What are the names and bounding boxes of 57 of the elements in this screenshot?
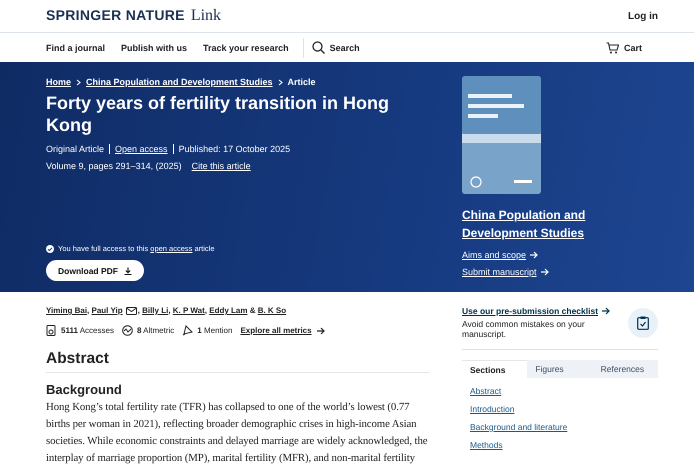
abstract-text: Hong Kong’s total fertility rate (TFR) has collapsed to one of the world’s lowest (0.77 births per woman in 2021), reflecting broader demographic crises in high-income Asian societies. While economic constraints and delayed marriage are widely acknowledged, the interplay of marriage proportion (MP), marital fertility (MFR), and non-marital fertility bbox=[46, 400, 428, 466]
section-tab[interactable]: References bbox=[592, 360, 658, 378]
section-link[interactable]: Background and literature bbox=[470, 422, 568, 432]
chevron-icon bbox=[76, 78, 82, 86]
author-link[interactable]: Billy Li bbox=[142, 306, 168, 315]
section-tab[interactable]: Figures bbox=[527, 360, 593, 378]
search-icon bbox=[312, 41, 325, 54]
arrow-right-icon bbox=[529, 250, 538, 260]
arrow-right-icon bbox=[540, 267, 549, 277]
metric-count: 5111 Accesses bbox=[61, 326, 114, 335]
nav-link[interactable]: Track your research bbox=[203, 42, 289, 52]
metric-count: 8 Altmetric bbox=[136, 326, 174, 335]
section-heading: Background bbox=[46, 382, 123, 397]
checklist-description: Avoid common mistakes on your manuscript. bbox=[462, 319, 586, 339]
author-link[interactable]: Paul Yip bbox=[92, 306, 138, 315]
section-link[interactable]: Methods bbox=[470, 440, 503, 450]
section-link[interactable]: Introduction bbox=[470, 404, 514, 414]
altmetric-icon bbox=[122, 325, 133, 336]
springer-nature-link-logo[interactable]: SPRINGER NATURE Link bbox=[46, 7, 222, 25]
metric-count: 1 Mention bbox=[197, 326, 232, 335]
clipboard-check-icon bbox=[637, 316, 649, 330]
breadcrumb-link[interactable]: China Population and Development Studies bbox=[86, 77, 273, 87]
accesses-icon bbox=[46, 325, 57, 336]
author-link[interactable]: B. K So bbox=[258, 306, 286, 315]
article-meta: Original Article bbox=[46, 144, 106, 154]
cart-icon bbox=[606, 42, 619, 54]
download-pdf-button[interactable]: Download PDF bbox=[46, 260, 144, 281]
author-link[interactable]: Eddy Lam bbox=[209, 306, 248, 315]
chevron-icon bbox=[278, 78, 283, 86]
journal-link[interactable]: Aims and scope bbox=[462, 250, 538, 260]
cite-link[interactable]: Cite this article bbox=[192, 161, 251, 171]
arrow-right-icon bbox=[601, 306, 610, 316]
explore-metrics-link[interactable]: Explore all metrics bbox=[240, 326, 325, 336]
breadcrumb-current: Article bbox=[288, 77, 316, 87]
checklist-link[interactable]: Use our pre-submission checklist bbox=[462, 306, 610, 316]
section-link[interactable]: Abstract bbox=[470, 386, 502, 396]
mail-icon bbox=[126, 307, 137, 315]
login-link[interactable]: Log in bbox=[628, 10, 658, 22]
breadcrumb-link[interactable]: Home bbox=[46, 77, 72, 87]
search-button[interactable]: Search bbox=[312, 41, 360, 54]
abstract-heading: Abstract bbox=[46, 350, 430, 373]
author-link[interactable]: Yiming Bai bbox=[46, 306, 88, 315]
nav-link[interactable]: Find a journal bbox=[46, 42, 106, 52]
open-access-link[interactable]: Open access bbox=[109, 144, 173, 154]
arrow-right-icon bbox=[316, 326, 325, 336]
nav-link[interactable]: Publish with us bbox=[121, 42, 188, 52]
article-title: Forty years of fertility transition in Hong Kong bbox=[46, 92, 390, 136]
check-circle-icon bbox=[46, 244, 54, 252]
journal-title-link[interactable]: China Population and Development Studies bbox=[462, 206, 658, 242]
download-icon bbox=[124, 266, 132, 274]
mention-icon bbox=[182, 325, 194, 336]
article-meta: Published: 17 October 2025 bbox=[172, 144, 296, 154]
citation-info: Volume 9, pages 291–314, (2025) bbox=[46, 161, 182, 171]
journal-link[interactable]: Submit manuscript bbox=[462, 267, 549, 277]
author-list: Yiming Bai, Paul Yip , Billy Li, K. P Wat, Eddy Lam & B. K So bbox=[46, 306, 430, 315]
author-link[interactable]: K. P Wat bbox=[172, 306, 205, 315]
cart-button[interactable]: Cart bbox=[606, 42, 642, 54]
